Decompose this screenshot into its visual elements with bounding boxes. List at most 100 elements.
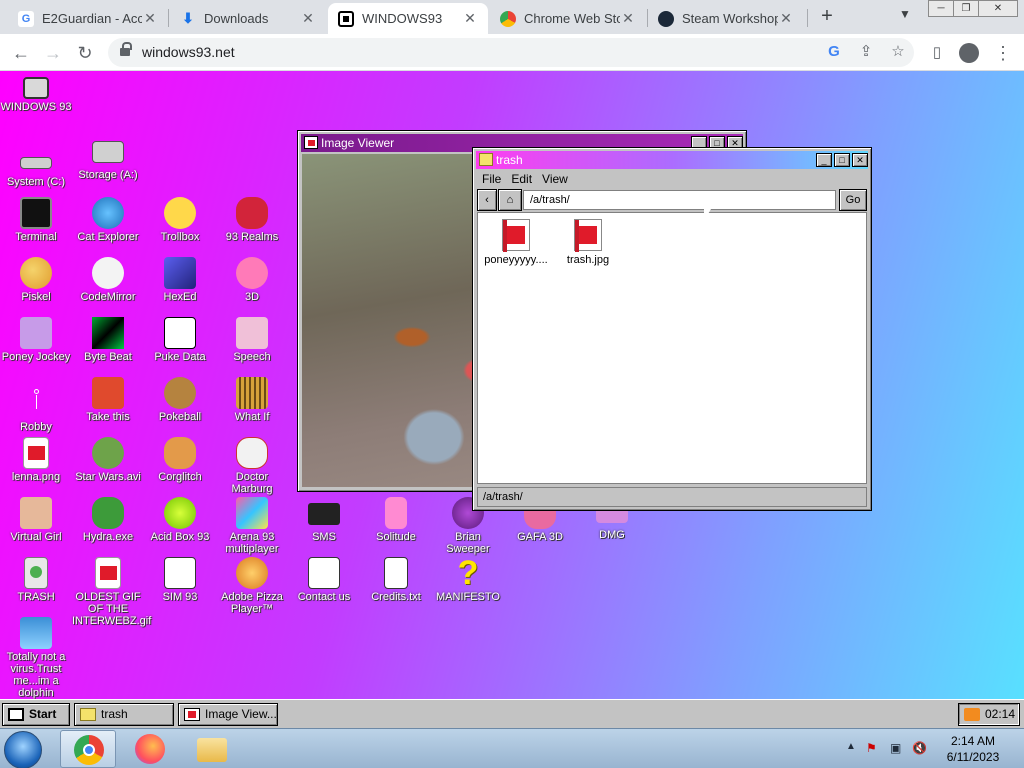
desktop-icon-system-c[interactable]: System (C:) [0,147,72,188]
desktop-icon-poney-jockey[interactable]: Poney Jockey [0,317,72,363]
close-icon[interactable]: ✕ [620,10,636,27]
close-window-icon[interactable]: ✕ [978,0,1018,17]
desktop-icon-trollbox[interactable]: Trollbox [144,197,216,243]
bookmark-star-icon[interactable]: ☆ [888,42,908,62]
desktop-icon-adobe-pizza[interactable]: Adobe Pizza Player™ [216,557,288,615]
home-icon[interactable]: ⌂ [498,189,522,211]
google-translate-icon[interactable]: G [824,42,844,62]
desktop-icon-contact-us[interactable]: Contact us [288,557,360,603]
address-bar[interactable]: windows93.net G ⇪ ☆ [108,38,914,67]
desktop-icon-star-wars[interactable]: Star Wars.avi [72,437,144,483]
tab-e2guardian[interactable]: G E2Guardian - Acce ✕ [8,3,168,34]
desktop-icon-manifesto[interactable]: ? MANIFESTO [432,556,504,603]
desktop-icon-hydra[interactable]: Hydra.exe [72,497,144,543]
restore-icon[interactable]: ❐ [953,0,979,17]
desktop-icon-windows93[interactable]: WINDOWS 93 [0,77,72,113]
windows93-icon [8,708,24,721]
path-input[interactable] [523,190,836,210]
tab-windows93[interactable]: WINDOWS93 ✕ [328,3,488,34]
desktop-icon-byte-beat[interactable]: Byte Beat [72,317,144,363]
menu-edit[interactable]: Edit [506,170,537,188]
menu-file[interactable]: File [477,170,506,188]
menu-kebab-icon[interactable]: ⋮ [990,40,1016,66]
close-button[interactable]: ✕ [852,153,868,167]
close-icon[interactable]: ✕ [778,10,794,27]
desktop-icon-terminal[interactable]: Terminal [0,197,72,243]
desktop-icon-credits[interactable]: Credits.txt [360,557,432,603]
os-taskbar: ▲ ⚑ ▣ 🔇 2:14 AM 6/11/2023 [0,728,1024,768]
windows-start-orb-icon[interactable] [4,731,42,768]
share-icon[interactable]: ⇪ [856,42,876,62]
tab-chrome-web-store[interactable]: Chrome Web Store ✕ [490,3,646,34]
pinned-chrome[interactable] [60,730,116,768]
desktop-icon-puke-data[interactable]: Puke Data [144,317,216,363]
desktop-icon-oldest-gif[interactable]: OLDEST GIF OF THE INTERWEBZ.gif [72,557,151,627]
desktop-icon-speech[interactable]: Speech [216,317,288,363]
close-icon[interactable]: ✕ [142,10,158,27]
tab-downloads[interactable]: ⬇ Downloads ✕ [170,3,326,34]
file-poneyyyyy[interactable]: poneyyyyy.... [480,219,552,266]
desktop-icon-pokeball[interactable]: Pokeball [144,377,216,423]
desktop-icon-sim93[interactable]: SIM 93 [144,557,216,603]
system-clock[interactable]: 2:14 AM 6/11/2023 [930,733,1016,765]
icon-label: What If [234,411,270,423]
close-icon[interactable]: ✕ [300,10,316,27]
taskbar-item-trash[interactable]: trash [74,703,174,726]
volume-muted-icon[interactable]: 🔇 [912,741,927,755]
desktop-icon-dolphin[interactable]: Totally not a virus.Trust me...im a dolp… [0,617,72,699]
reload-icon[interactable]: ↻ [72,40,98,66]
profile-icon[interactable] [956,40,982,66]
start-button[interactable]: Start [2,703,70,726]
close-icon[interactable]: ✕ [462,10,478,27]
icon-label: Cat Explorer [77,231,139,243]
forward-icon[interactable]: → [40,40,66,66]
desktop-icon-piskel[interactable]: Piskel [0,257,72,303]
desktop-icon-sms[interactable]: SMS [288,497,360,543]
desktop-icon-cat-explorer[interactable]: Cat Explorer [72,197,144,243]
trash-window[interactable]: trash _ □ ✕ File Edit View ‹ ⌂ Go poneyy… [472,147,872,511]
desktop-icon-solitude[interactable]: Solitude [360,497,432,543]
network-flag-icon[interactable]: ⚑ [866,741,877,755]
minimize-icon[interactable]: ─ [928,0,954,17]
back-icon[interactable]: ← [8,40,34,66]
stickman-icon [20,387,52,419]
desktop-icon-codemirror[interactable]: CodeMirror [72,257,144,303]
tab-title: Steam Workshop [682,11,778,26]
desktop-icon-corglitch[interactable]: Corglitch [144,437,216,483]
trash-titlebar[interactable]: trash _ □ ✕ [476,151,868,169]
tab-search-icon[interactable]: ▼ [896,7,914,25]
tab-title: WINDOWS93 [362,11,443,26]
window-title: trash [496,153,523,167]
desktop-icon-what-if[interactable]: What If [216,377,288,423]
desktop-icon-acid-box[interactable]: Acid Box 93 [144,497,216,543]
network-icon[interactable]: ▣ [890,741,901,755]
tab-steam-workshop[interactable]: Steam Workshop ✕ [648,3,804,34]
image-file-icon [23,437,49,469]
taskbar-clock[interactable]: 02:14 [958,703,1020,726]
back-arrow-icon[interactable]: ‹ [477,189,497,211]
menu-view[interactable]: View [537,170,573,188]
desktop-icon-doctor-marburg[interactable]: Doctor Marburg [216,437,288,495]
go-button[interactable]: Go [839,189,867,211]
icon-label: Piskel [21,291,51,303]
show-hidden-icons[interactable]: ▲ [846,741,856,752]
desktop-icon-lenna[interactable]: lenna.png [0,437,72,483]
side-panel-icon[interactable]: ▯ [924,40,950,66]
desktop-icon-robby[interactable]: Robby [0,387,72,433]
desktop-icon-storage-a[interactable]: Storage (A:) [72,137,144,181]
pinned-explorer[interactable] [184,730,240,768]
desktop-icon-trash[interactable]: TRASH [0,557,72,603]
desktop-icon-virtual-girl[interactable]: Virtual Girl [0,497,72,543]
file-trash-jpg[interactable]: trash.jpg [552,219,624,266]
desktop-icon-93-realms[interactable]: 93 Realms [216,197,288,243]
desktop-icon-3d[interactable]: 3D [216,257,288,303]
new-tab-button[interactable]: + [816,5,838,27]
desktop-icon-take-this[interactable]: Take this [72,377,144,423]
maximize-button[interactable]: □ [834,153,850,167]
pinned-firefox[interactable] [122,730,178,768]
desktop-icon-arena93[interactable]: Arena 93 multiplayer [216,497,288,555]
minimize-button[interactable]: _ [816,153,832,167]
taskbar-item-image-viewer[interactable]: Image View... [178,703,278,726]
chat-icon [164,197,196,229]
desktop-icon-hexed[interactable]: HexEd [144,257,216,303]
